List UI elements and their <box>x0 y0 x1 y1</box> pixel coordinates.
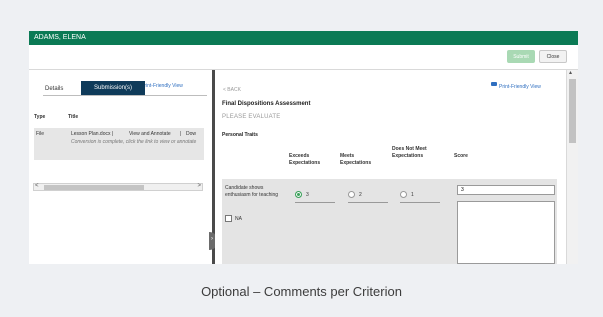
column-header-meets: Meets Expectations <box>340 153 372 166</box>
rating-value: 1 <box>411 191 414 198</box>
back-link[interactable]: < BACK <box>223 87 241 93</box>
radio-button-selected[interactable] <box>295 191 302 198</box>
na-checkbox[interactable] <box>225 215 232 222</box>
criterion-comment-textarea[interactable] <box>457 201 555 264</box>
criterion-text: Candidate shows enthusiasm for teaching <box>225 185 279 198</box>
conversion-note: Conversion is complete, click the link t… <box>71 139 197 145</box>
column-header-does-not-meet: Does Not Meet Expectations <box>392 146 427 159</box>
rating-option-2[interactable]: 2 <box>348 191 362 198</box>
scroll-right-icon[interactable]: > <box>197 183 201 189</box>
evaluate-heading: PLEASE EVALUATE <box>222 114 281 120</box>
scroll-up-icon[interactable]: ▴ <box>569 69 572 76</box>
assessment-pane: < BACK Print-Friendly View Final Disposi… <box>215 70 578 264</box>
close-button[interactable]: Close <box>539 50 567 63</box>
radio-button[interactable] <box>400 191 407 198</box>
tab-details[interactable]: Details <box>45 86 63 92</box>
horizontal-scrollbar[interactable]: < > <box>33 183 203 191</box>
rating-value: 2 <box>359 191 362 198</box>
option-underline <box>295 202 335 203</box>
tab-submissions[interactable]: Submission(s) <box>81 81 145 95</box>
window-title: ADAMS, ELENA <box>29 31 578 45</box>
column-header-exceeds: Exceeds Expectations <box>289 153 321 166</box>
scroll-left-icon[interactable]: < <box>35 183 39 189</box>
assessment-title: Final Dispositions Assessment <box>222 101 311 107</box>
file-title: Lesson Plan.docx | <box>71 131 114 137</box>
na-option[interactable]: NA <box>225 215 242 222</box>
section-title: Personal Traits <box>222 132 258 138</box>
tab-divider <box>43 95 207 96</box>
printer-icon <box>491 81 497 86</box>
print-friendly-label: Print-Friendly View <box>499 84 541 90</box>
table-row: File Lesson Plan.docx | View and Annotat… <box>34 128 204 160</box>
column-header-title: Title <box>68 114 79 120</box>
caption: Optional – Comments per Criterion <box>201 284 402 299</box>
scroll-thumb[interactable] <box>569 79 576 143</box>
rating-value: 3 <box>306 191 309 198</box>
app-screenshot: ADAMS, ELENA Submit Close Print-Friendly… <box>29 31 578 264</box>
submit-button[interactable]: Submit <box>507 50 535 63</box>
file-type: File <box>36 131 45 137</box>
option-underline <box>400 202 440 203</box>
scroll-thumb[interactable] <box>44 185 144 190</box>
link-separator: | <box>180 131 182 137</box>
column-header-type: Type <box>34 114 46 120</box>
column-header-score: Score <box>454 153 468 159</box>
view-annotate-link[interactable]: View and Annotate <box>129 131 171 137</box>
radio-button[interactable] <box>348 191 355 198</box>
action-bar: Submit Close <box>29 45 578 70</box>
score-input[interactable] <box>457 185 555 195</box>
download-link[interactable]: Dow <box>186 131 196 137</box>
option-underline <box>348 202 388 203</box>
rating-option-3[interactable]: 3 <box>295 191 309 198</box>
chevron-right-icon: › <box>211 236 213 242</box>
na-label: NA <box>235 215 242 222</box>
print-friendly-label: Print-Friendly View <box>141 83 183 89</box>
criterion-row: Candidate shows enthusiasm for teaching … <box>222 179 557 264</box>
submission-pane: Print-Friendly View Details Submission(s… <box>29 70 215 264</box>
rating-option-1[interactable]: 1 <box>400 191 414 198</box>
print-friendly-link-right[interactable]: Print-Friendly View <box>491 75 541 93</box>
vertical-scrollbar[interactable]: ▴ <box>566 70 578 264</box>
